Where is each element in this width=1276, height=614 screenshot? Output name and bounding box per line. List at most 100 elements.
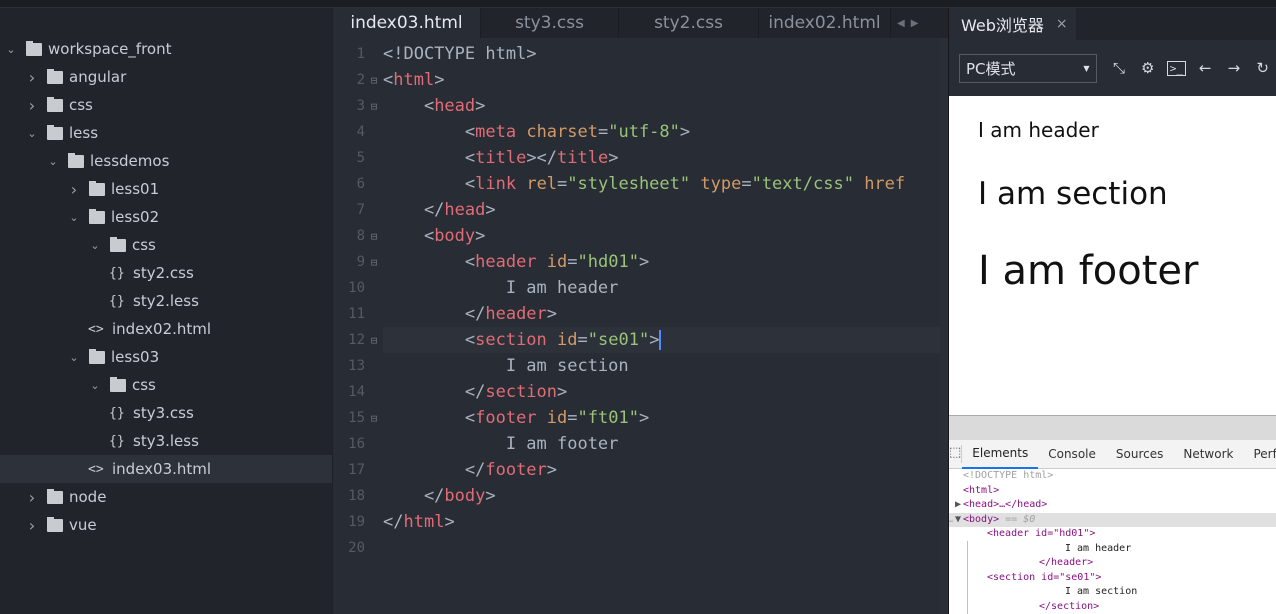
dom-node[interactable]: I am section [949, 585, 1276, 600]
code-editor[interactable]: index03.html sty3.css sty2.css index02.html… [333, 8, 948, 614]
dom-node[interactable]: <section id="se01"> [949, 571, 1276, 586]
forward-arrow-icon[interactable]: → [1220, 59, 1249, 77]
code-line[interactable]: 14 </section> [333, 379, 940, 405]
code-line[interactable]: 15 ⊟ <footer id="ft01"> [333, 405, 940, 431]
gear-icon[interactable]: ⚙ [1133, 59, 1162, 77]
chevron-down-icon[interactable]: ⌄ [46, 155, 60, 168]
collapsed-triangle-icon[interactable]: ▶ [955, 498, 961, 513]
close-icon[interactable]: × [1056, 16, 1068, 32]
code-line[interactable]: 20 [333, 535, 940, 561]
code-line[interactable]: 19 </html> [333, 509, 940, 535]
dom-node-text: <head>…</head> [963, 499, 1048, 510]
ellipsis-icon[interactable]: … [949, 513, 953, 528]
tree-item[interactable]: {} sty2.less [0, 287, 332, 315]
code-line[interactable]: 3 ⊟ <head> [333, 93, 940, 119]
code-text: </header> [383, 301, 940, 327]
code-line[interactable]: 17 </footer> [333, 457, 940, 483]
chevron-right-icon[interactable]: › [25, 96, 39, 115]
elements-tree[interactable]: <!DOCTYPE html><html>▶<head>…</head>▼…<b… [949, 469, 1276, 614]
tree-item[interactable]: ⌄ less02 [0, 203, 332, 231]
tree-item[interactable]: {} sty2.css [0, 259, 332, 287]
tree-item[interactable]: <> index02.html [0, 315, 332, 343]
tab-sty2-css[interactable]: sty2.css [619, 8, 759, 38]
code-line[interactable]: 6 <link rel="stylesheet" type="text/css"… [333, 171, 940, 197]
tab-scroll-arrows[interactable]: ◀ ▶ [891, 8, 918, 38]
refresh-icon[interactable]: ↻ [1248, 59, 1276, 77]
tab-left-icon[interactable]: ◀ [897, 18, 905, 29]
devtools-resize-bar[interactable] [949, 415, 1276, 440]
code-line[interactable]: 12 ⊟ <section id="se01"> [333, 327, 940, 353]
tab-right-icon[interactable]: ▶ [911, 18, 919, 29]
token: < [383, 408, 476, 428]
tree-item[interactable]: ⌄ workspace_front [0, 35, 332, 63]
chevron-right-icon[interactable]: › [67, 180, 81, 199]
code-line[interactable]: 13 I am section [333, 353, 940, 379]
chevron-down-icon[interactable]: ⌄ [67, 211, 81, 224]
dom-node[interactable]: <header id="hd01"> [949, 527, 1276, 542]
tree-item[interactable]: ⌄ less [0, 119, 332, 147]
code-line[interactable]: 7 </head> [333, 197, 940, 223]
tree-item[interactable]: ⌄ css [0, 371, 332, 399]
dom-node[interactable]: </header> [949, 556, 1276, 571]
chevron-down-icon[interactable]: ⌄ [4, 43, 18, 56]
chevron-down-icon[interactable]: ⌄ [88, 239, 102, 252]
console-icon[interactable]: >_ [1162, 60, 1191, 76]
chevron-right-icon[interactable]: › [25, 68, 39, 87]
fold-icon[interactable]: ⊟ [365, 100, 383, 113]
chevron-down-icon[interactable]: ⌄ [88, 379, 102, 392]
tree-item[interactable]: › node [0, 483, 332, 511]
code-text: <title></title> [383, 145, 940, 171]
dom-node[interactable]: <html> [949, 484, 1276, 499]
code-line[interactable]: 16 I am footer [333, 431, 940, 457]
tab-index03-html[interactable]: index03.html [333, 8, 481, 38]
resize-icon[interactable]: ⤡ [1105, 59, 1134, 77]
code-line[interactable]: 4 <meta charset="utf-8"> [333, 119, 940, 145]
tab-web-browser[interactable]: Web浏览器 × [949, 8, 1076, 40]
mode-select[interactable]: PC模式 ▼ [959, 53, 1097, 83]
editor-scrollbar[interactable] [940, 38, 948, 614]
code-line[interactable]: 5 <title></title> [333, 145, 940, 171]
dom-node[interactable]: ▶ <head>…</head> [949, 498, 1276, 513]
code-line[interactable]: 11 </header> [333, 301, 940, 327]
tree-item[interactable]: › css [0, 91, 332, 119]
dom-node[interactable]: </section> [949, 600, 1276, 614]
code-line[interactable]: 1 <!DOCTYPE html> [333, 41, 940, 67]
tab-sty3-css[interactable]: sty3.css [481, 8, 619, 38]
devtools-tab-network[interactable]: Network [1173, 440, 1243, 469]
chevron-right-icon[interactable]: › [25, 488, 39, 507]
fold-icon[interactable]: ⊟ [365, 74, 383, 87]
fold-icon[interactable]: ⊟ [365, 412, 383, 425]
dom-node[interactable]: I am header [949, 542, 1276, 557]
tree-item[interactable]: ⌄ lessdemos [0, 147, 332, 175]
dom-node[interactable]: ▼… <body> == $0 [949, 512, 1276, 528]
chevron-down-icon[interactable]: ⌄ [67, 351, 81, 364]
devtools-tab-elements[interactable]: Elements [962, 440, 1039, 469]
tree-item[interactable]: {} sty3.css [0, 399, 332, 427]
code-line[interactable]: 18 </body> [333, 483, 940, 509]
back-arrow-icon[interactable]: ← [1191, 59, 1220, 77]
code-line[interactable]: 9 ⊟ <header id="hd01"> [333, 249, 940, 275]
dom-node[interactable]: <!DOCTYPE html> [949, 469, 1276, 484]
fold-icon[interactable]: ⊟ [365, 230, 383, 243]
tree-item[interactable]: › angular [0, 63, 332, 91]
tree-item[interactable]: {} sty3.less [0, 427, 332, 455]
devtools-tab-sources[interactable]: Sources [1106, 440, 1173, 469]
tab-index02-html[interactable]: index02.html [759, 8, 891, 38]
chevron-right-icon[interactable]: › [25, 516, 39, 535]
fold-icon[interactable]: ⊟ [365, 256, 383, 269]
code-line[interactable]: 10 I am header [333, 275, 940, 301]
code-line[interactable]: 2 ⊟ <html> [333, 67, 940, 93]
line-number: 10 [348, 280, 365, 296]
fold-icon[interactable]: ⊟ [365, 334, 383, 347]
inspect-element-icon[interactable]: ⬚ [949, 445, 963, 463]
tree-item[interactable]: › less01 [0, 175, 332, 203]
code-line[interactable]: 8 ⊟ <body> [333, 223, 940, 249]
devtools-tab-perf[interactable]: Perf [1243, 440, 1276, 469]
expanded-triangle-icon[interactable]: ▼ [955, 513, 961, 528]
devtools-tab-console[interactable]: Console [1038, 440, 1106, 469]
tree-item[interactable]: <> index03.html [0, 455, 332, 483]
tree-item[interactable]: ⌄ less03 [0, 343, 332, 371]
tree-item[interactable]: › vue [0, 511, 332, 539]
chevron-down-icon[interactable]: ⌄ [25, 127, 39, 140]
tree-item[interactable]: ⌄ css [0, 231, 332, 259]
